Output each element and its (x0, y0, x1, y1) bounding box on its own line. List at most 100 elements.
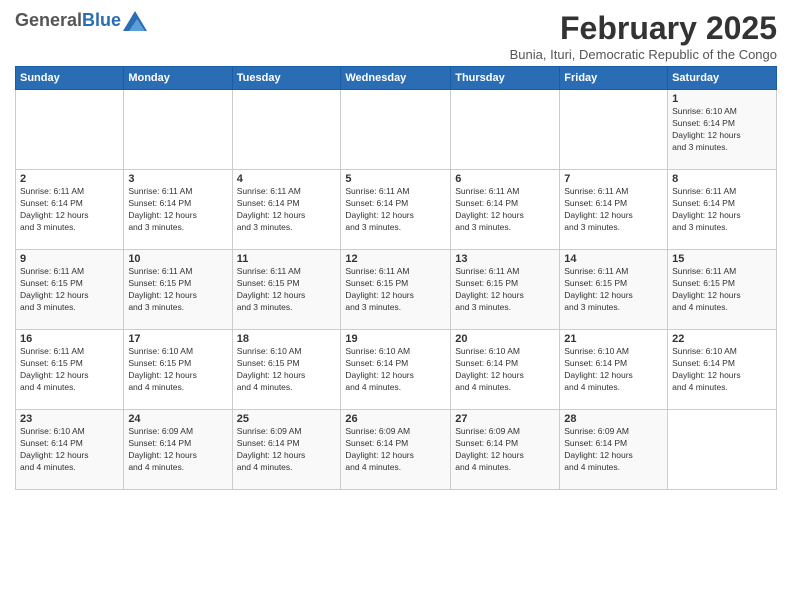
day-info: Sunrise: 6:11 AM Sunset: 6:14 PM Dayligh… (455, 186, 555, 234)
table-row: 11Sunrise: 6:11 AM Sunset: 6:15 PM Dayli… (232, 250, 341, 330)
day-info: Sunrise: 6:10 AM Sunset: 6:14 PM Dayligh… (455, 346, 555, 394)
day-number: 12 (345, 253, 446, 265)
title-section: February 2025 Bunia, Ituri, Democratic R… (510, 10, 777, 62)
table-row: 14Sunrise: 6:11 AM Sunset: 6:15 PM Dayli… (560, 250, 668, 330)
day-number: 20 (455, 333, 555, 345)
table-row: 20Sunrise: 6:10 AM Sunset: 6:14 PM Dayli… (451, 330, 560, 410)
table-row: 13Sunrise: 6:11 AM Sunset: 6:15 PM Dayli… (451, 250, 560, 330)
day-info: Sunrise: 6:10 AM Sunset: 6:15 PM Dayligh… (237, 346, 337, 394)
table-row: 21Sunrise: 6:10 AM Sunset: 6:14 PM Dayli… (560, 330, 668, 410)
calendar-week-row: 16Sunrise: 6:11 AM Sunset: 6:15 PM Dayli… (16, 330, 777, 410)
day-number: 7 (564, 173, 663, 185)
day-number: 22 (672, 333, 772, 345)
table-row (451, 90, 560, 170)
day-number: 2 (20, 173, 119, 185)
day-info: Sunrise: 6:09 AM Sunset: 6:14 PM Dayligh… (237, 426, 337, 474)
day-info: Sunrise: 6:11 AM Sunset: 6:14 PM Dayligh… (237, 186, 337, 234)
table-row: 15Sunrise: 6:11 AM Sunset: 6:15 PM Dayli… (668, 250, 777, 330)
day-info: Sunrise: 6:11 AM Sunset: 6:14 PM Dayligh… (564, 186, 663, 234)
table-row: 8Sunrise: 6:11 AM Sunset: 6:14 PM Daylig… (668, 170, 777, 250)
day-number: 8 (672, 173, 772, 185)
day-number: 19 (345, 333, 446, 345)
day-info: Sunrise: 6:10 AM Sunset: 6:14 PM Dayligh… (345, 346, 446, 394)
day-number: 25 (237, 413, 337, 425)
day-info: Sunrise: 6:10 AM Sunset: 6:15 PM Dayligh… (128, 346, 227, 394)
day-info: Sunrise: 6:11 AM Sunset: 6:15 PM Dayligh… (345, 266, 446, 314)
table-row (124, 90, 232, 170)
day-number: 11 (237, 253, 337, 265)
day-number: 18 (237, 333, 337, 345)
col-monday: Monday (124, 67, 232, 90)
day-number: 5 (345, 173, 446, 185)
day-info: Sunrise: 6:09 AM Sunset: 6:14 PM Dayligh… (455, 426, 555, 474)
table-row: 25Sunrise: 6:09 AM Sunset: 6:14 PM Dayli… (232, 410, 341, 490)
col-thursday: Thursday (451, 67, 560, 90)
logo-general: General (15, 10, 82, 30)
day-number: 9 (20, 253, 119, 265)
day-info: Sunrise: 6:09 AM Sunset: 6:14 PM Dayligh… (345, 426, 446, 474)
calendar-week-row: 2Sunrise: 6:11 AM Sunset: 6:14 PM Daylig… (16, 170, 777, 250)
table-row: 12Sunrise: 6:11 AM Sunset: 6:15 PM Dayli… (341, 250, 451, 330)
logo-icon (123, 11, 147, 31)
month-title: February 2025 (510, 10, 777, 47)
table-row (668, 410, 777, 490)
col-wednesday: Wednesday (341, 67, 451, 90)
calendar-week-row: 23Sunrise: 6:10 AM Sunset: 6:14 PM Dayli… (16, 410, 777, 490)
table-row: 10Sunrise: 6:11 AM Sunset: 6:15 PM Dayli… (124, 250, 232, 330)
day-number: 21 (564, 333, 663, 345)
day-info: Sunrise: 6:11 AM Sunset: 6:15 PM Dayligh… (237, 266, 337, 314)
day-info: Sunrise: 6:11 AM Sunset: 6:14 PM Dayligh… (20, 186, 119, 234)
day-info: Sunrise: 6:11 AM Sunset: 6:15 PM Dayligh… (128, 266, 227, 314)
calendar-week-row: 9Sunrise: 6:11 AM Sunset: 6:15 PM Daylig… (16, 250, 777, 330)
calendar-header-row: Sunday Monday Tuesday Wednesday Thursday… (16, 67, 777, 90)
col-saturday: Saturday (668, 67, 777, 90)
day-info: Sunrise: 6:10 AM Sunset: 6:14 PM Dayligh… (672, 346, 772, 394)
table-row: 26Sunrise: 6:09 AM Sunset: 6:14 PM Dayli… (341, 410, 451, 490)
table-row: 3Sunrise: 6:11 AM Sunset: 6:14 PM Daylig… (124, 170, 232, 250)
table-row: 19Sunrise: 6:10 AM Sunset: 6:14 PM Dayli… (341, 330, 451, 410)
table-row (16, 90, 124, 170)
day-number: 15 (672, 253, 772, 265)
day-number: 6 (455, 173, 555, 185)
day-number: 23 (20, 413, 119, 425)
table-row: 6Sunrise: 6:11 AM Sunset: 6:14 PM Daylig… (451, 170, 560, 250)
col-sunday: Sunday (16, 67, 124, 90)
table-row (560, 90, 668, 170)
day-info: Sunrise: 6:10 AM Sunset: 6:14 PM Dayligh… (20, 426, 119, 474)
day-info: Sunrise: 6:11 AM Sunset: 6:15 PM Dayligh… (455, 266, 555, 314)
day-info: Sunrise: 6:11 AM Sunset: 6:14 PM Dayligh… (128, 186, 227, 234)
day-info: Sunrise: 6:11 AM Sunset: 6:14 PM Dayligh… (672, 186, 772, 234)
day-number: 14 (564, 253, 663, 265)
calendar-table: Sunday Monday Tuesday Wednesday Thursday… (15, 66, 777, 490)
table-row: 27Sunrise: 6:09 AM Sunset: 6:14 PM Dayli… (451, 410, 560, 490)
day-number: 10 (128, 253, 227, 265)
day-number: 3 (128, 173, 227, 185)
day-info: Sunrise: 6:11 AM Sunset: 6:15 PM Dayligh… (20, 266, 119, 314)
page: GeneralBlue February 2025 Bunia, Ituri, … (0, 0, 792, 612)
table-row: 17Sunrise: 6:10 AM Sunset: 6:15 PM Dayli… (124, 330, 232, 410)
day-number: 1 (672, 93, 772, 105)
table-row: 4Sunrise: 6:11 AM Sunset: 6:14 PM Daylig… (232, 170, 341, 250)
calendar-week-row: 1Sunrise: 6:10 AM Sunset: 6:14 PM Daylig… (16, 90, 777, 170)
day-info: Sunrise: 6:09 AM Sunset: 6:14 PM Dayligh… (128, 426, 227, 474)
day-number: 28 (564, 413, 663, 425)
table-row (341, 90, 451, 170)
table-row: 2Sunrise: 6:11 AM Sunset: 6:14 PM Daylig… (16, 170, 124, 250)
day-info: Sunrise: 6:11 AM Sunset: 6:15 PM Dayligh… (564, 266, 663, 314)
day-info: Sunrise: 6:09 AM Sunset: 6:14 PM Dayligh… (564, 426, 663, 474)
day-number: 27 (455, 413, 555, 425)
table-row: 1Sunrise: 6:10 AM Sunset: 6:14 PM Daylig… (668, 90, 777, 170)
col-tuesday: Tuesday (232, 67, 341, 90)
col-friday: Friday (560, 67, 668, 90)
logo: GeneralBlue (15, 10, 147, 31)
day-info: Sunrise: 6:10 AM Sunset: 6:14 PM Dayligh… (564, 346, 663, 394)
header: GeneralBlue February 2025 Bunia, Ituri, … (15, 10, 777, 62)
day-info: Sunrise: 6:10 AM Sunset: 6:14 PM Dayligh… (672, 106, 772, 154)
day-info: Sunrise: 6:11 AM Sunset: 6:14 PM Dayligh… (345, 186, 446, 234)
day-number: 17 (128, 333, 227, 345)
day-info: Sunrise: 6:11 AM Sunset: 6:15 PM Dayligh… (20, 346, 119, 394)
subtitle: Bunia, Ituri, Democratic Republic of the… (510, 47, 777, 62)
table-row: 7Sunrise: 6:11 AM Sunset: 6:14 PM Daylig… (560, 170, 668, 250)
table-row: 9Sunrise: 6:11 AM Sunset: 6:15 PM Daylig… (16, 250, 124, 330)
day-number: 24 (128, 413, 227, 425)
